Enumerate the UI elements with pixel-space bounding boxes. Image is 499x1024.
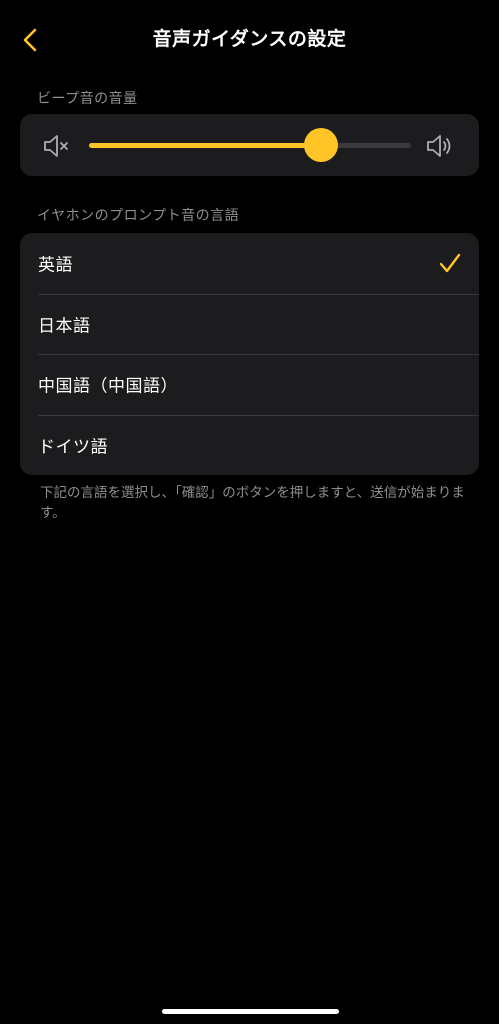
- language-option-label: 日本語: [38, 316, 91, 337]
- home-indicator[interactable]: [162, 1009, 339, 1014]
- speaker-mute-icon[interactable]: [42, 132, 72, 160]
- language-option-label: 中国語（中国語）: [38, 376, 178, 397]
- volume-card: [20, 114, 479, 176]
- checkmark-icon: [439, 254, 461, 273]
- language-option-english[interactable]: 英語: [20, 233, 479, 294]
- language-option-chinese[interactable]: 中国語（中国語）: [20, 354, 479, 415]
- language-option-label: 英語: [38, 255, 73, 276]
- volume-slider-thumb[interactable]: [303, 128, 338, 162]
- page-title: 音声ガイダンスの設定: [152, 28, 347, 50]
- navigation-bar: 音声ガイダンスの設定: [0, 0, 499, 80]
- language-option-label: ドイツ語: [38, 437, 108, 458]
- footer-note: 下記の言語を選択し、「確認」のボタンを押しますと、送信が始まります。: [40, 485, 465, 521]
- language-option-japanese[interactable]: 日本語: [20, 293, 479, 355]
- speaker-loud-icon[interactable]: [425, 132, 455, 160]
- volume-section-header: ビープ音の音量: [37, 91, 138, 107]
- volume-slider-fill: [89, 143, 321, 148]
- language-list: 英語 日本語 中国語（中国語） ドイツ語: [20, 233, 479, 475]
- language-option-german[interactable]: ドイツ語: [20, 414, 479, 476]
- volume-slider[interactable]: [89, 128, 411, 162]
- language-section-header: イヤホンのプロンプト音の言語: [37, 208, 240, 224]
